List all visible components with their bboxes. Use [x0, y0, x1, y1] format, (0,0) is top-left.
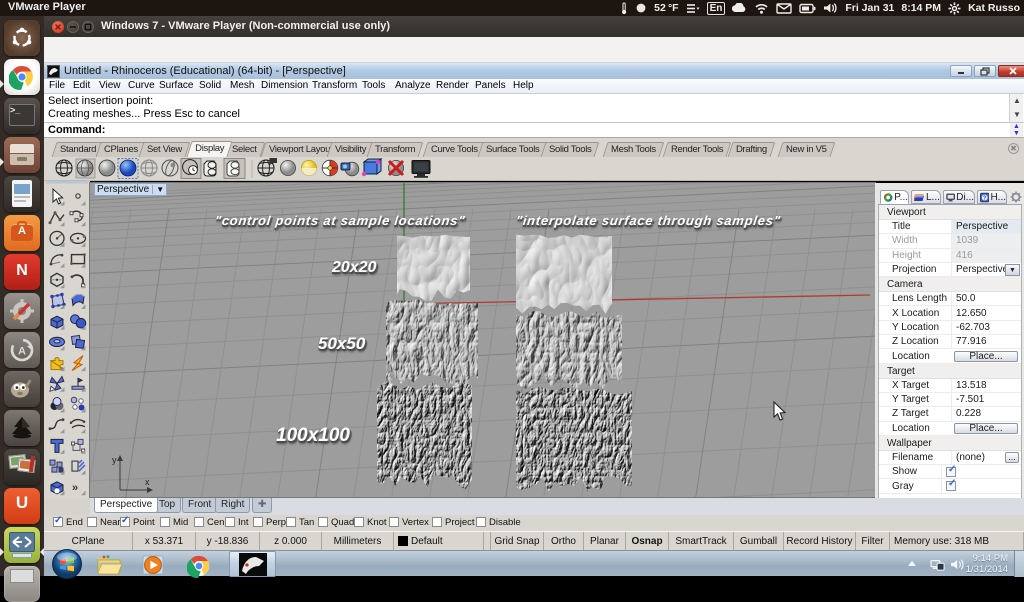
svg-text:A: A — [18, 346, 26, 358]
svg-text:?: ? — [983, 195, 987, 201]
svg-text:»: » — [72, 482, 78, 494]
